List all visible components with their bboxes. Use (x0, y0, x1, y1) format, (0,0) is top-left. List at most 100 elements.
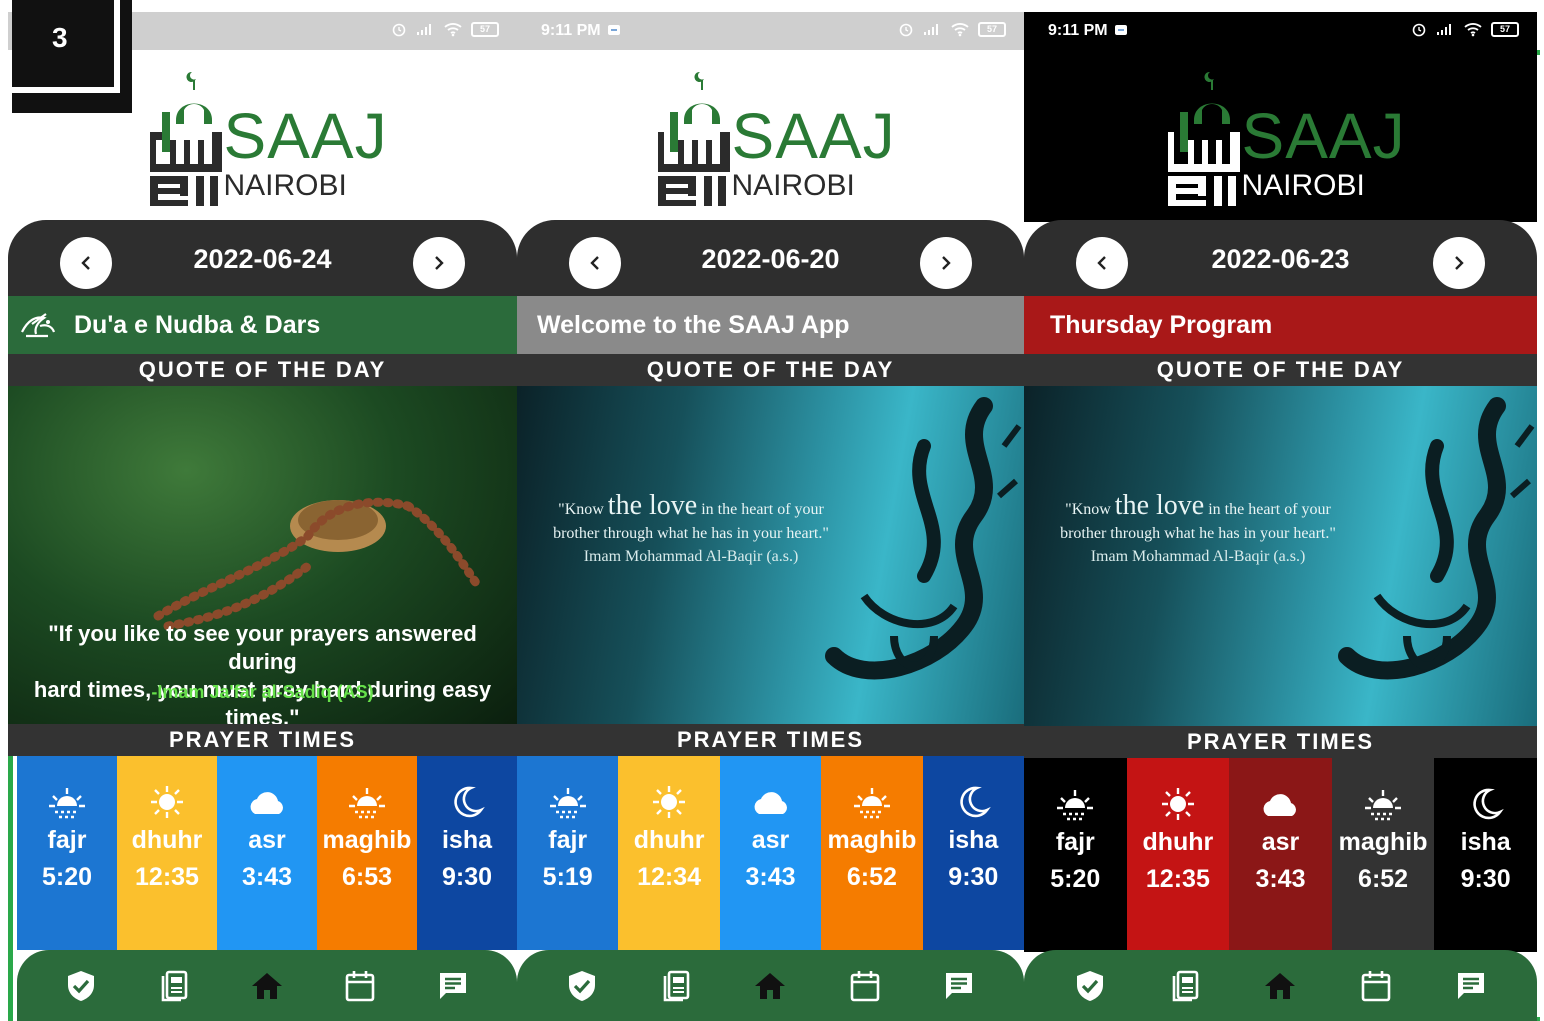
prayer-asr[interactable]: asr 3:43 (1229, 758, 1332, 952)
event-banner[interactable]: Thursday Program (1024, 296, 1537, 354)
quote-open: "Know (1065, 501, 1115, 518)
sunset-icon (853, 788, 890, 819)
date-navigator: 2022-06-20 (517, 220, 1024, 296)
bottom-navigation (517, 950, 1024, 1021)
prayer-dhuhr[interactable]: dhuhr 12:35 (1126, 758, 1230, 952)
nav-calendar-button[interactable] (843, 964, 887, 1008)
prayer-time: 6:53 (341, 863, 393, 891)
prayer-isha[interactable]: isha 9:30 (1434, 758, 1537, 952)
step-badge: 3 (12, 0, 132, 113)
quote-open: "Know (558, 501, 608, 518)
date-navigator: 2022-06-23 (1024, 220, 1537, 296)
shield-check-icon (68, 970, 95, 1001)
prayer-time: 9:30 (948, 863, 999, 891)
quote-line-2: brother through what he has in your hear… (1060, 525, 1336, 542)
saaj-logo: SAAJ NAIROBI (1166, 62, 1405, 212)
next-day-button[interactable] (920, 237, 972, 289)
prayer-times-title: PRAYER TIMES (8, 724, 517, 756)
alarm-icon (899, 23, 913, 37)
chevron-right-icon (1455, 256, 1464, 270)
step-number: 3 (52, 22, 68, 53)
prayer-times-row: fajr 5:19 dhuhr 12:34 asr 3:43 maghib 6:… (517, 756, 1024, 950)
signal-icon (1437, 24, 1451, 35)
status-time-text: 9:11 PM (541, 22, 601, 39)
prayer-asr[interactable]: asr 3:43 (217, 756, 317, 950)
logo-wordmark: SAAJ (731, 100, 896, 172)
next-day-button[interactable] (1433, 237, 1485, 289)
sun-icon (151, 786, 183, 818)
quote-line-2: brother through what he has in your hear… (553, 525, 829, 542)
phone-screen-3: 9:11 PM 57 SAAJ NAIROBI 2022-06-23 Thurs… (1024, 12, 1537, 1021)
event-banner[interactable]: Du'a e Nudba & Dars (8, 296, 517, 354)
nav-shield-button[interactable] (560, 964, 604, 1008)
moon-icon (1472, 788, 1504, 820)
prayer-time: 12:34 (637, 863, 702, 891)
nav-messages-button[interactable] (1449, 964, 1493, 1008)
phone-screen-2: 9:11 PM 57 SAAJ NAIROBI 2022-06-20 Welco… (517, 12, 1024, 1021)
status-bar: 9:11 PM 57 (517, 12, 1024, 50)
nav-calendar-button[interactable] (1354, 964, 1398, 1008)
prayer-maghrib[interactable]: maghib 6:52 (1331, 758, 1435, 952)
quote-section-title: QUOTE OF THE DAY (517, 354, 1024, 386)
quote-text: "Know the love in the heart of your brot… (521, 492, 861, 546)
logo-header: SAAJ NAIROBI (517, 50, 1024, 222)
nav-shield-button[interactable] (59, 964, 103, 1008)
quote-line-1: "Know the love in the heart of your (1028, 492, 1368, 522)
nav-home-button[interactable] (1258, 964, 1302, 1008)
shield-check-icon (1076, 970, 1103, 1001)
prayer-times-title: PRAYER TIMES (1024, 726, 1537, 758)
nav-messages-button[interactable] (431, 964, 475, 1008)
quote-of-the-day-image: "If you like to see your prayers answere… (8, 386, 517, 724)
book-icon (161, 970, 188, 1001)
logo-wordmark: SAAJ (1241, 100, 1406, 172)
prayer-fajr[interactable]: fajr 5:20 (1024, 758, 1127, 952)
signal-icon (417, 24, 431, 35)
logo-wordmark: SAAJ (223, 100, 388, 172)
prayer-maghrib[interactable]: maghib 6:52 (821, 756, 923, 950)
nav-messages-button[interactable] (937, 964, 981, 1008)
nav-home-button[interactable] (748, 964, 792, 1008)
logo-city: NAIROBI (731, 169, 855, 202)
prayer-dhuhr[interactable]: dhuhr 12:34 (618, 756, 720, 950)
bottom-navigation (17, 950, 517, 1021)
alarm-icon (392, 23, 406, 37)
event-title: Thursday Program (1050, 311, 1273, 339)
prayer-dhuhr[interactable]: dhuhr 12:35 (117, 756, 217, 950)
prayer-fajr[interactable]: fajr 5:19 (517, 756, 619, 950)
mosque-logo-icon (149, 71, 222, 206)
chat-icon (1458, 972, 1485, 999)
prayer-isha[interactable]: isha 9:30 (922, 756, 1024, 950)
prayer-isha[interactable]: isha 9:30 (417, 756, 517, 950)
prayer-maghrib[interactable]: maghib 6:53 (317, 756, 417, 950)
calligraphy-icon (21, 313, 56, 338)
chevron-right-icon (435, 256, 444, 270)
prayer-name: isha (441, 826, 493, 854)
book-icon (1172, 970, 1199, 1001)
quote-author: Imam Mohammad Al-Baqir (a.s.) (583, 548, 799, 565)
nav-shield-button[interactable] (1068, 964, 1112, 1008)
nav-calendar-button[interactable] (338, 964, 382, 1008)
nav-book-button[interactable] (152, 964, 196, 1008)
status-time: 9:11 PM (541, 22, 621, 40)
signal-icon (924, 24, 938, 35)
next-day-button[interactable] (413, 237, 465, 289)
sun-icon (653, 786, 686, 818)
prayer-name: asr (248, 826, 286, 854)
prayer-name: maghib (827, 826, 917, 854)
prayer-fajr[interactable]: fajr 5:20 (17, 756, 117, 950)
calendar-icon (850, 970, 879, 1001)
nav-home-button[interactable] (245, 964, 289, 1008)
nav-book-button[interactable] (654, 964, 698, 1008)
nav-book-button[interactable] (1163, 964, 1207, 1008)
event-title: Welcome to the SAAJ App (537, 311, 850, 339)
event-banner[interactable]: Welcome to the SAAJ App (517, 296, 1024, 354)
phone-screen-1: 57 SAAJ NAIROBI 2022-06-24 Du'a e Nudba … (8, 12, 517, 1021)
prayer-name: dhuhr (131, 826, 203, 854)
quote-of-the-day-image: "Know the love in the heart of your brot… (1024, 386, 1537, 726)
prayer-name: asr (751, 826, 790, 854)
prayer-name: asr (1261, 828, 1300, 856)
quote-line-1: "Know the love in the heart of your (521, 492, 861, 522)
prayer-asr[interactable]: asr 3:43 (719, 756, 822, 950)
date-navigator: 2022-06-24 (8, 220, 517, 296)
quote-section-title: QUOTE OF THE DAY (8, 354, 517, 386)
